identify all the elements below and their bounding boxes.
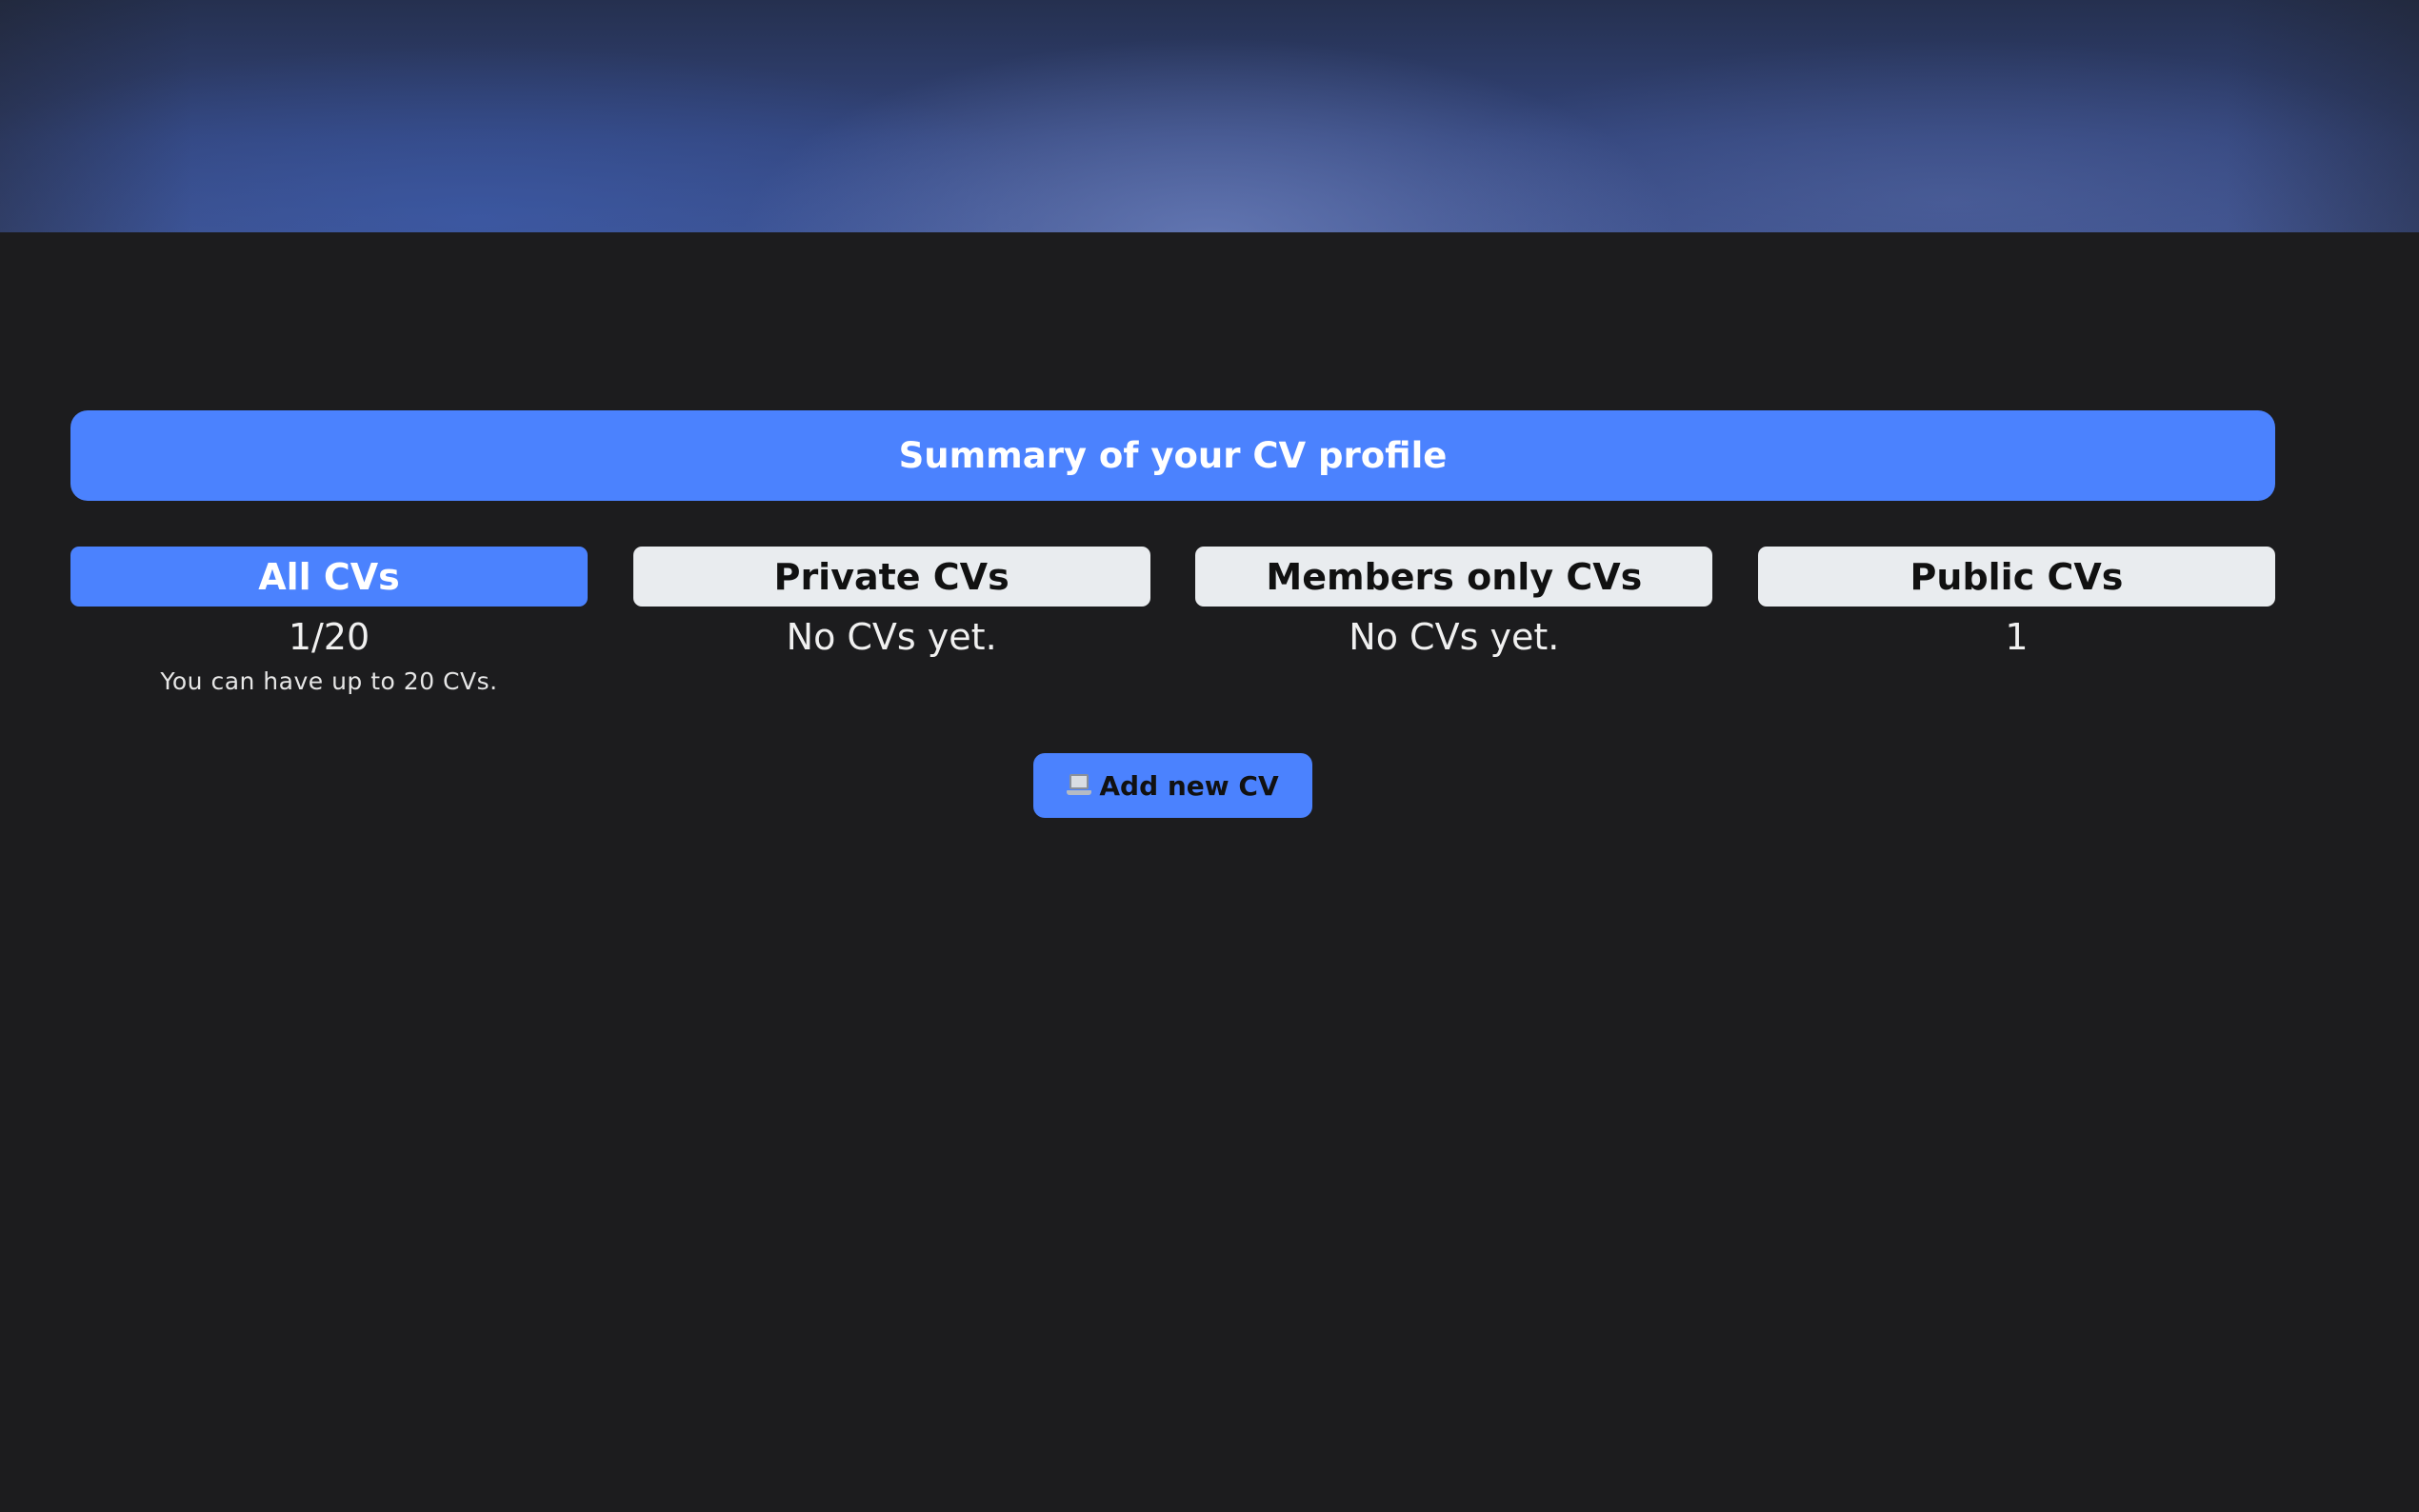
cv-stats: All CVs 1/20 You can have up to 20 CVs. … xyxy=(70,547,2275,697)
card-private-cvs: Private CVs No CVs yet. xyxy=(632,547,1150,697)
add-new-cv-label: Add new CV xyxy=(1099,769,1279,802)
all-cvs-count: 1/20 xyxy=(288,616,370,658)
add-new-cv-button[interactable]: Add new CV xyxy=(1033,753,1312,818)
private-cvs-count: No CVs yet. xyxy=(786,616,997,658)
public-cvs-count: 1 xyxy=(2005,616,2029,658)
card-all-cvs: All CVs 1/20 You can have up to 20 CVs. xyxy=(70,547,588,697)
card-members-only-cvs: Members only CVs No CVs yet. xyxy=(1195,547,1713,697)
summary-title: Summary of your CV profile xyxy=(70,410,2275,501)
tab-all-cvs[interactable]: All CVs xyxy=(70,547,588,607)
laptop-icon xyxy=(1067,774,1092,797)
all-cvs-note: You can have up to 20 CVs. xyxy=(160,667,498,695)
tab-private-cvs[interactable]: Private CVs xyxy=(632,547,1150,607)
members-only-cvs-count: No CVs yet. xyxy=(1349,616,1560,658)
tab-public-cvs[interactable]: Public CVs xyxy=(1757,547,2275,607)
tab-members-only-cvs[interactable]: Members only CVs xyxy=(1195,547,1713,607)
card-public-cvs: Public CVs 1 xyxy=(1757,547,2275,697)
hero-banner xyxy=(0,0,2419,232)
